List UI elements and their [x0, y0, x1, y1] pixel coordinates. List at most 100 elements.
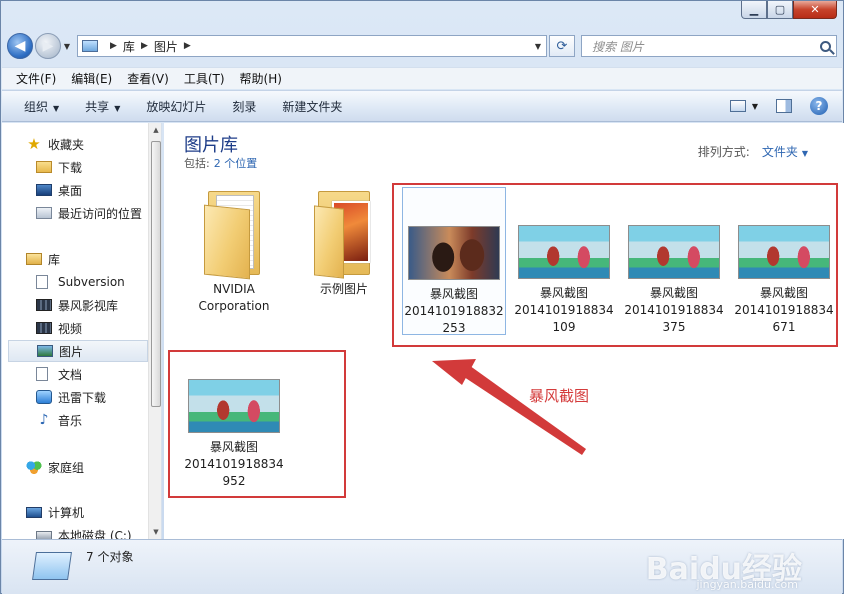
item-label: 示例图片: [292, 281, 396, 298]
nav-videos[interactable]: 视频: [8, 317, 148, 339]
forward-button[interactable]: ▶: [35, 33, 61, 59]
computer-icon: [26, 506, 42, 518]
navigation-pane: ★ 收藏夹 下载 桌面 最近访问的位置 库 Subversion 暴风影视库 视频…: [2, 123, 162, 539]
library-folder-icon: [26, 253, 42, 265]
nav-label: 音乐: [58, 413, 83, 428]
breadcrumb-pictures[interactable]: 图片: [154, 38, 178, 55]
item-count: 7 个对象: [86, 550, 134, 564]
nav-music[interactable]: ♪ 音乐: [8, 409, 148, 431]
preview-pane-icon[interactable]: [776, 99, 792, 113]
library-pictures-icon: [32, 552, 72, 580]
scroll-down-icon[interactable]: ▼: [149, 525, 161, 539]
menu-file[interactable]: 文件(F): [16, 70, 56, 87]
nav-label: Subversion: [58, 275, 125, 289]
arrange-value-dropdown[interactable]: 文件夹: [762, 145, 798, 159]
menu-help[interactable]: 帮助(H): [240, 70, 282, 87]
nav-pictures[interactable]: 图片: [8, 340, 148, 362]
address-dropdown[interactable]: ▼: [530, 42, 546, 51]
nav-label: 计算机: [48, 505, 85, 520]
search-icon[interactable]: [820, 40, 831, 52]
organize-button[interactable]: 组织 ▼: [24, 98, 59, 115]
nav-label: 家庭组: [48, 460, 85, 475]
nav-documents[interactable]: 文档: [8, 363, 148, 385]
nav-computer[interactable]: 计算机: [8, 501, 148, 523]
chevron-right-icon[interactable]: ▶: [184, 41, 191, 51]
desktop-icon: [36, 184, 52, 196]
nav-label: 视频: [58, 321, 83, 336]
xunlei-icon: [36, 390, 52, 404]
address-bar[interactable]: ▶ 库 ▶ 图片 ▶ ▼: [77, 35, 547, 57]
video-library-icon: [36, 299, 52, 311]
nav-label: 文档: [58, 367, 83, 382]
folder-item-nvidia[interactable]: NVIDIA Corporation: [182, 185, 286, 315]
nav-label: 图片: [59, 344, 84, 359]
film-icon: [36, 322, 52, 334]
share-button[interactable]: 共享 ▼: [85, 98, 120, 115]
nav-xunlei-downloads[interactable]: 迅雷下载: [8, 386, 148, 408]
item-name-line: Corporation: [198, 299, 270, 313]
arrange-label: 排列方式:: [697, 145, 750, 159]
annotation-highlight-box: [392, 183, 838, 347]
caption-buttons: ▁ ▢ ✕: [741, 1, 837, 21]
view-dropdown[interactable]: ▼: [752, 102, 758, 111]
item-label: NVIDIA Corporation: [182, 281, 286, 315]
search-input[interactable]: 搜索 图片: [581, 35, 837, 57]
refresh-button[interactable]: ⟳: [549, 35, 575, 57]
change-view-icon[interactable]: [729, 100, 746, 112]
close-button[interactable]: ✕: [793, 1, 837, 19]
back-button[interactable]: ◀: [7, 33, 33, 59]
help-icon[interactable]: ?: [810, 97, 828, 115]
slideshow-button[interactable]: 放映幻灯片: [146, 98, 206, 115]
explorer-window: ▁ ▢ ✕ ◀ ▶ ▼ ▶ 库 ▶ 图片 ▶ ▼ ⟳ 搜索 图片 文件(F) 编…: [0, 0, 844, 594]
baidu-watermark-url: jingyan.baidu.com: [696, 578, 798, 591]
hard-disk-icon: [36, 530, 52, 539]
breadcrumb: ▶ 库 ▶ 图片 ▶: [104, 38, 197, 55]
address-row: ◀ ▶ ▼ ▶ 库 ▶ 图片 ▶ ▼ ⟳ 搜索 图片: [7, 31, 837, 61]
item-name-line: NVIDIA: [213, 282, 255, 296]
chevron-right-icon[interactable]: ▶: [110, 41, 117, 51]
includes-locations-link[interactable]: 2 个位置: [214, 157, 258, 170]
new-folder-button[interactable]: 新建文件夹: [282, 98, 342, 115]
organize-label: 组织: [24, 99, 49, 114]
nav-libraries[interactable]: 库: [8, 248, 148, 270]
nav-label: 桌面: [58, 183, 83, 198]
nav-subversion[interactable]: Subversion: [8, 271, 148, 293]
nav-scrollbar[interactable]: ▲ ▼: [148, 123, 161, 539]
nav-recent-places[interactable]: 最近访问的位置: [8, 202, 148, 224]
folder-item-sample-pictures[interactable]: 示例图片: [292, 185, 396, 298]
nav-label: 库: [48, 252, 61, 267]
arrange-by: 排列方式: 文件夹 ▼: [698, 143, 808, 160]
menu-view[interactable]: 查看(V): [127, 70, 169, 87]
nav-label: 暴风影视库: [58, 298, 119, 313]
maximize-button[interactable]: ▢: [767, 1, 793, 19]
minimize-button[interactable]: ▁: [741, 1, 767, 19]
nav-downloads[interactable]: 下载: [8, 156, 148, 178]
chevron-right-icon[interactable]: ▶: [141, 41, 148, 51]
menu-bar: 文件(F) 编辑(E) 查看(V) 工具(T) 帮助(H): [2, 67, 842, 89]
nav-label: 下载: [58, 160, 83, 175]
burn-button[interactable]: 刻录: [232, 98, 256, 115]
annotation-highlight-box: [168, 350, 346, 498]
nav-homegroup[interactable]: 家庭组: [8, 456, 148, 478]
command-bar: 组织 ▼ 共享 ▼ 放映幻灯片 刻录 新建文件夹 ▼ ?: [2, 90, 842, 122]
status-bar: 7 个对象 Baidu经验 jingyan.baidu.com: [2, 539, 842, 594]
nav-label: 最近访问的位置: [58, 206, 143, 221]
nav-baofeng-video[interactable]: 暴风影视库: [8, 294, 148, 316]
menu-tools[interactable]: 工具(T): [184, 70, 225, 87]
chevron-down-icon: ▼: [114, 103, 121, 113]
scroll-up-icon[interactable]: ▲: [149, 123, 161, 137]
breadcrumb-libraries[interactable]: 库: [123, 38, 135, 55]
nav-label: 迅雷下载: [58, 390, 107, 405]
item-name-line: 示例图片: [319, 282, 368, 296]
recent-pages-dropdown[interactable]: ▼: [61, 42, 73, 51]
chevron-down-icon[interactable]: ▼: [802, 149, 808, 158]
menu-edit[interactable]: 编辑(E): [71, 70, 112, 87]
nav-favorites[interactable]: ★ 收藏夹: [8, 133, 148, 155]
library-icon: [82, 40, 98, 52]
scroll-thumb[interactable]: [151, 141, 161, 407]
document-icon: [36, 367, 48, 381]
recent-places-icon: [36, 207, 52, 219]
nav-local-disk[interactable]: 本地磁盘 (C:): [8, 524, 148, 539]
nav-desktop[interactable]: 桌面: [8, 179, 148, 201]
pictures-icon: [37, 345, 53, 357]
